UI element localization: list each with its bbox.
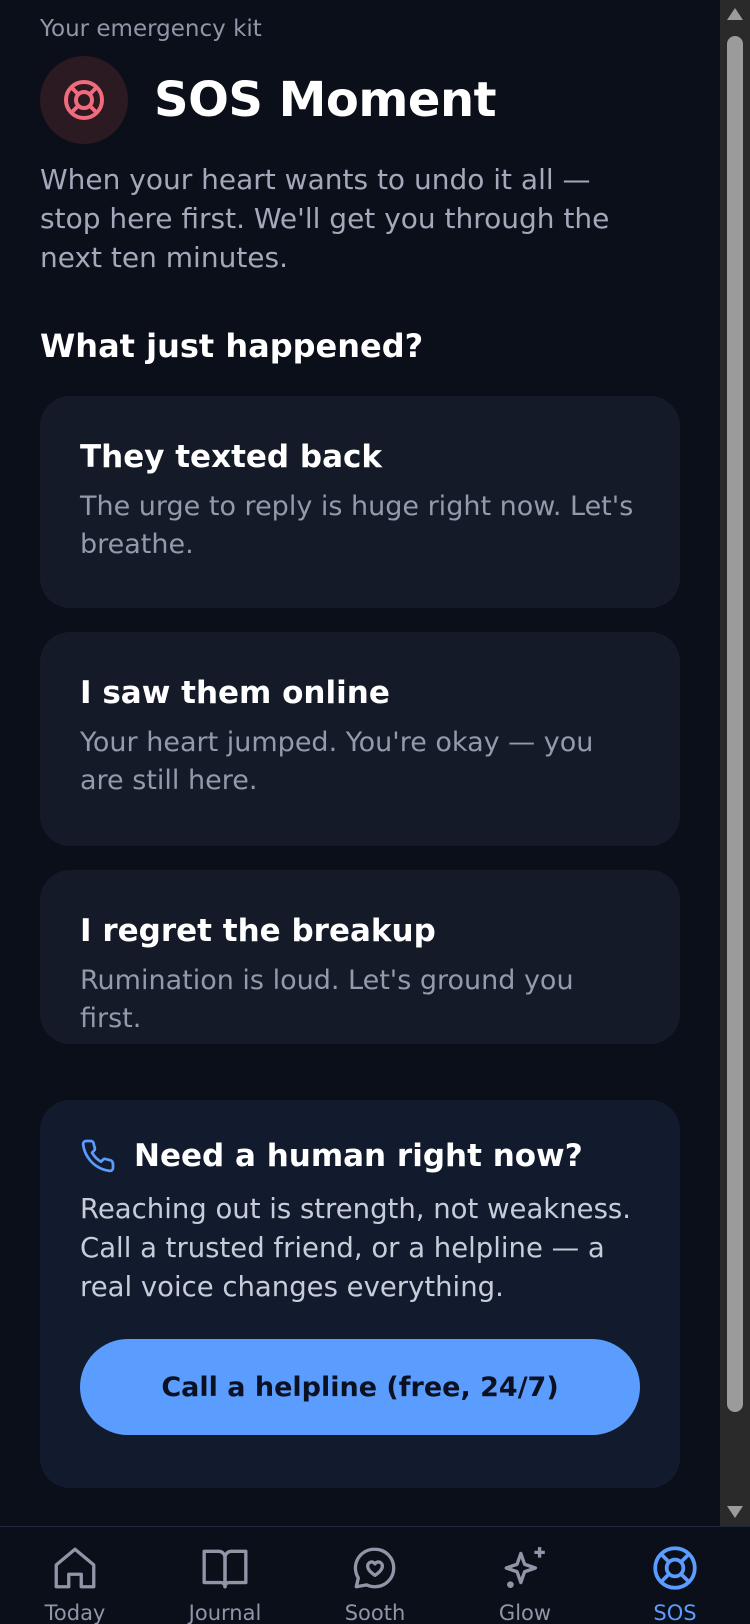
scenario-title: They texted back [80, 439, 383, 475]
home-icon [54, 1547, 96, 1589]
nav-label: Glow [498, 1601, 552, 1624]
nav-label: Journal [188, 1601, 262, 1624]
chat-heart-icon [353, 1547, 396, 1589]
nav-item-sooth[interactable]: Sooth [300, 1527, 450, 1624]
scenario-card-saw-online[interactable]: I saw them online Your heart jumped. You… [40, 632, 680, 846]
book-icon [202, 1549, 248, 1589]
lifebuoy-icon [653, 1546, 697, 1590]
nav-label: Sooth [344, 1601, 406, 1624]
scenario-title: I saw them online [80, 675, 390, 711]
nav-item-journal[interactable]: Journal [150, 1527, 300, 1624]
section-heading: What just happened? [40, 327, 424, 365]
title-row: SOS Moment [40, 56, 497, 144]
helpline-card: Need a human right now? Reaching out is … [40, 1100, 680, 1488]
lifebuoy-icon [64, 80, 104, 120]
scenario-subtitle: Your heart jumped. You're okay — you are… [80, 727, 594, 796]
nav-label: Today [44, 1601, 106, 1624]
scenario-card-texted-back[interactable]: They texted back The urge to reply is hu… [40, 396, 680, 608]
scenario-title: I regret the breakup [80, 913, 436, 949]
scenario-card-regret-breakup[interactable]: I regret the breakup Rumination is loud.… [40, 870, 680, 1044]
page-kicker: Your emergency kit [40, 16, 262, 42]
scenario-subtitle: The urge to reply is huge right now. Let… [80, 491, 634, 560]
scroll-thumb[interactable] [727, 36, 743, 1412]
helpline-body: Reaching out is strength, not weakness. … [80, 1193, 631, 1303]
scrollbar[interactable] [720, 0, 750, 1526]
scroll-down-arrow[interactable] [727, 1506, 743, 1518]
scroll-up-arrow[interactable] [727, 8, 743, 20]
call-helpline-button[interactable]: Call a helpline (free, 24/7) [80, 1339, 640, 1435]
nav-label: SOS [653, 1601, 697, 1624]
nav-item-glow[interactable]: Glow [450, 1527, 600, 1624]
scroll-content: Your emergency kit SOS Moment When your … [0, 0, 720, 1526]
phone-icon [81, 1139, 115, 1173]
sos-badge [40, 56, 128, 144]
bottom-nav: Today Journal Sooth Glow SOS [0, 1526, 750, 1624]
helpline-header: Need a human right now? [80, 1138, 640, 1174]
scenario-subtitle: Rumination is loud. Let's ground you fir… [80, 965, 574, 1034]
page-title: SOS Moment [154, 72, 497, 128]
sos-screen: Your emergency kit SOS Moment When your … [0, 0, 750, 1624]
intro-text: When your heart wants to undo it all — s… [40, 163, 610, 274]
nav-item-today[interactable]: Today [0, 1527, 150, 1624]
helpline-title: Need a human right now? [134, 1138, 583, 1174]
sparkle-icon [504, 1547, 545, 1589]
nav-item-sos[interactable]: SOS [600, 1527, 750, 1624]
